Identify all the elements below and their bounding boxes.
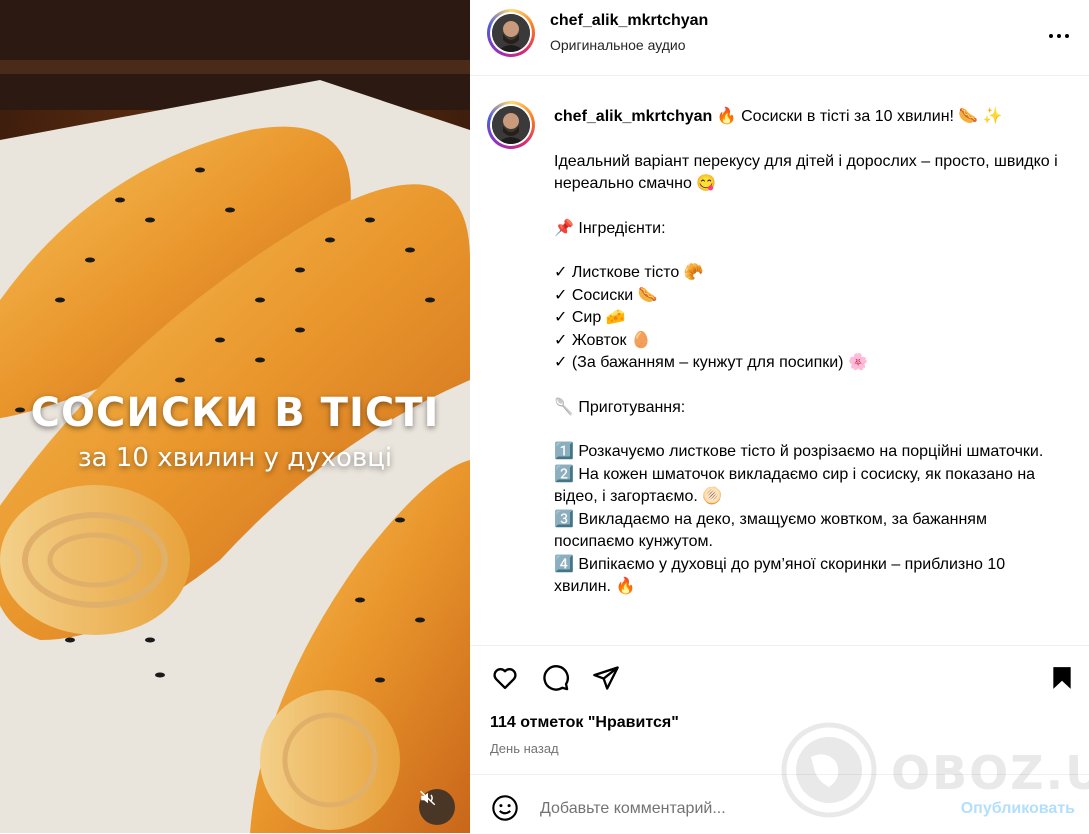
overlay-title: СОСИСКИ В ТІСТІ [30, 390, 440, 436]
caption-intro: Ідеальний варіант перекусу для дітей і д… [554, 152, 1058, 193]
mute-button[interactable] [419, 789, 455, 825]
comment-button[interactable] [541, 663, 571, 693]
more-options-button[interactable] [1047, 24, 1071, 48]
caption-title: 🔥 Сосиски в тісті за 10 хвилин! 🌭 ✨ [712, 108, 1003, 125]
like-button[interactable] [490, 663, 520, 693]
steps-list: 1️⃣ Розкачуємо листкове тісто й розрізає… [554, 443, 1044, 595]
post-caption: chef_alik_mkrtchyan 🔥 Сосиски в тісті за… [554, 106, 1064, 599]
paper-plane-icon [593, 666, 619, 690]
caption-avatar[interactable] [487, 101, 535, 149]
header-username[interactable]: chef_alik_mkrtchyan [550, 12, 708, 30]
avatar-photo-icon [492, 14, 530, 52]
caption-username[interactable]: chef_alik_mkrtchyan [554, 108, 712, 125]
ingredients-list: ✓ Листкове тісто 🥐 ✓ Сосиски 🌭 ✓ Сир 🧀 ✓… [554, 264, 868, 371]
post-header: chef_alik_mkrtchyan Оригинальное аудио [470, 0, 1089, 76]
comment-bar: Добавьте комментарий... Опубликовать [470, 774, 1089, 834]
ingredients-heading: 📌 Інгредієнти: [554, 219, 666, 237]
post-date[interactable]: День назад [490, 741, 559, 756]
likes-count[interactable]: 114 отметок "Нравится" [490, 714, 679, 732]
steps-heading: 🥄 Приготування: [554, 398, 686, 416]
publish-button[interactable]: Опубликовать [961, 800, 1075, 818]
share-button[interactable] [591, 663, 621, 693]
post-media[interactable]: СОСИСКИ В ТІСТІ за 10 хвилин у духовці [0, 0, 470, 833]
post-panel: chef_alik_mkrtchyan Оригинальное аудио c… [470, 0, 1089, 833]
actions-bar [470, 645, 1089, 646]
emoji-button[interactable] [490, 793, 520, 823]
avatar[interactable] [487, 9, 535, 57]
heart-icon [493, 668, 517, 690]
overlay-subtitle: за 10 хвилин у духовці [77, 443, 393, 473]
bookmark-filled-icon [1053, 667, 1071, 689]
more-horizontal-icon [1049, 34, 1069, 38]
smiley-icon [492, 795, 518, 821]
speaker-muted-icon [419, 790, 436, 806]
comment-icon [543, 665, 569, 691]
save-button[interactable] [1047, 663, 1077, 693]
avatar-photo-icon [492, 106, 530, 144]
audio-label[interactable]: Оригинальное аудио [550, 37, 686, 53]
comment-input[interactable]: Добавьте комментарий... [540, 800, 726, 818]
